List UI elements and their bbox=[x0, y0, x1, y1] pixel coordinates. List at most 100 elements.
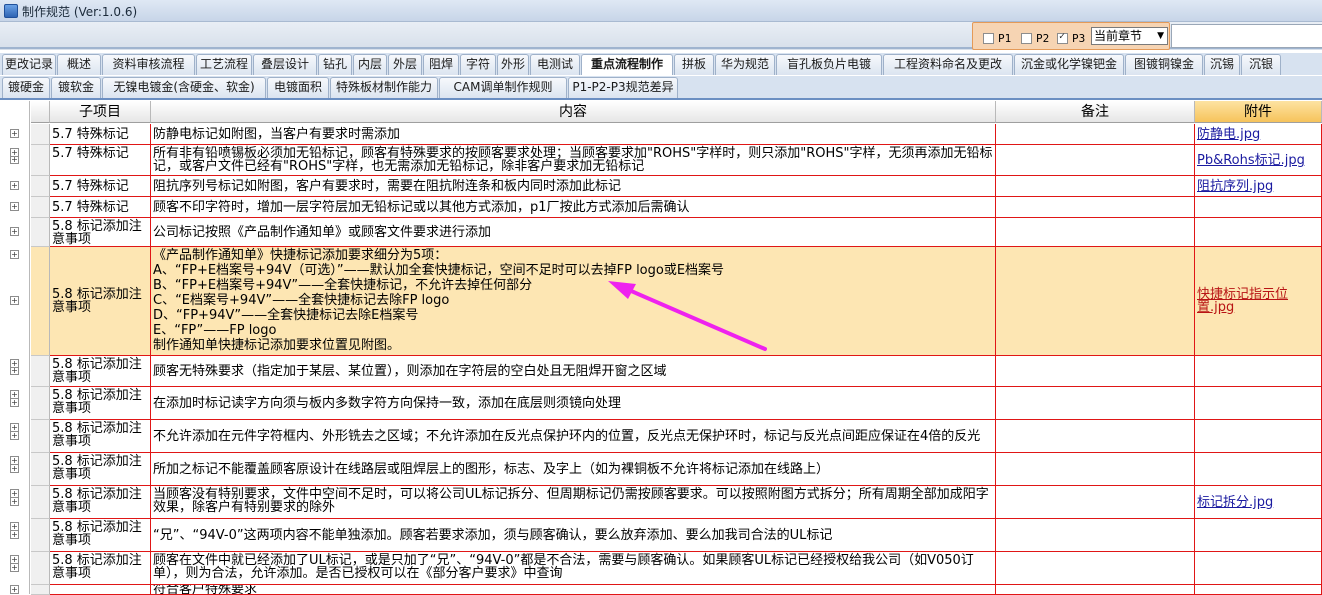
cell-note[interactable] bbox=[996, 486, 1195, 519]
tab-r1-19[interactable]: 沉锡 bbox=[1204, 54, 1240, 75]
expand-icon[interactable]: + bbox=[10, 250, 19, 259]
expand-icon[interactable]: + bbox=[10, 390, 19, 399]
cell-sub: 5.8 标记添加注意事项 bbox=[50, 247, 151, 356]
row-header[interactable] bbox=[31, 145, 50, 176]
tab-r2-6[interactable]: P1-P2-P3规范差异 bbox=[568, 77, 678, 98]
tab-r1-2[interactable]: 资料审核流程 bbox=[102, 54, 195, 75]
cell-content: 所有非有铅喷锡板必须加无铅标记，顾客有特殊要求的按顾客要求处理；当顾客要求加"R… bbox=[151, 145, 996, 176]
row-header[interactable] bbox=[31, 176, 50, 197]
tab-r1-10[interactable]: 外形 bbox=[497, 54, 529, 75]
cell-note[interactable] bbox=[996, 197, 1195, 218]
cell-note[interactable] bbox=[996, 218, 1195, 247]
expand-icon[interactable]: + bbox=[10, 456, 19, 465]
p3-checkbox[interactable]: P3 bbox=[1057, 31, 1085, 45]
expand-icon[interactable]: + bbox=[10, 530, 19, 539]
expand-icon[interactable]: + bbox=[10, 464, 19, 473]
header-content[interactable]: 内容 bbox=[151, 101, 996, 123]
expand-icon[interactable]: + bbox=[10, 148, 19, 157]
cell-note[interactable] bbox=[996, 420, 1195, 453]
expand-icon[interactable]: + bbox=[10, 227, 19, 236]
tab-r1-12[interactable]: 重点流程制作 bbox=[581, 54, 673, 75]
cell-note[interactable] bbox=[996, 247, 1195, 356]
tab-r1-13[interactable]: 拼板 bbox=[674, 54, 714, 75]
tab-r2-2[interactable]: 无镍电镀金(含硬金、软金) bbox=[102, 77, 266, 98]
attachment-link[interactable]: 标记拆分.jpg bbox=[1197, 495, 1273, 510]
expand-icon[interactable]: + bbox=[10, 398, 19, 407]
tab-r2-0[interactable]: 镀硬金 bbox=[2, 77, 50, 98]
cell-note[interactable] bbox=[996, 519, 1195, 552]
cell-content: 当顾客没有特别要求，文件中空间不足时，可以将公司UL标记拆分、但周期标记仍需按顾… bbox=[151, 486, 996, 519]
p2-checkbox[interactable]: P2 bbox=[1021, 32, 1049, 45]
row-header[interactable] bbox=[31, 197, 50, 218]
tab-r1-17[interactable]: 沉金或化学镍钯金 bbox=[1014, 54, 1124, 75]
expand-icon[interactable]: + bbox=[10, 202, 19, 211]
search-input[interactable] bbox=[1171, 24, 1322, 48]
tab-r2-4[interactable]: 特殊板材制作能力 bbox=[330, 77, 438, 98]
cell-sub: 5.7 特殊标记 bbox=[50, 197, 151, 218]
row-header[interactable] bbox=[31, 486, 50, 519]
chevron-down-icon: ▼ bbox=[1157, 31, 1164, 41]
row-header[interactable] bbox=[31, 356, 50, 387]
row-header[interactable] bbox=[31, 519, 50, 552]
tab-r1-6[interactable]: 内层 bbox=[353, 54, 387, 75]
expand-icon[interactable]: + bbox=[10, 181, 19, 190]
tab-r1-8[interactable]: 阻焊 bbox=[423, 54, 459, 75]
expand-icon[interactable]: + bbox=[10, 522, 19, 531]
expand-icon[interactable]: + bbox=[10, 585, 19, 594]
cell-attach: Pb&Rohs标记.jpg bbox=[1195, 145, 1322, 176]
cell-note[interactable] bbox=[996, 356, 1195, 387]
tab-r1-3[interactable]: 工艺流程 bbox=[196, 54, 252, 75]
tab-r1-9[interactable]: 字符 bbox=[460, 54, 496, 75]
tab-r2-3[interactable]: 电镀面积 bbox=[267, 77, 329, 98]
cell-content: 顾客不印字符时，增加一层字符层加无铅标记或以其他方式添加，p1厂按此方式添加后需… bbox=[151, 197, 996, 218]
tab-r1-1[interactable]: 概述 bbox=[57, 54, 101, 75]
tab-r1-14[interactable]: 华为规范 bbox=[715, 54, 775, 75]
header-note[interactable]: 备注 bbox=[996, 101, 1195, 123]
chapter-select-value: 当前章节 bbox=[1094, 29, 1143, 43]
cell-note[interactable] bbox=[996, 552, 1195, 585]
expand-icon[interactable]: + bbox=[10, 555, 19, 564]
content-line: D、“FP+94V”——全套快捷标记去除E档案号 bbox=[153, 308, 419, 323]
row-header[interactable] bbox=[31, 387, 50, 420]
tab-r1-4[interactable]: 叠层设计 bbox=[253, 54, 317, 75]
header-sub[interactable]: 子项目 bbox=[50, 101, 151, 123]
expand-icon[interactable]: + bbox=[10, 296, 19, 305]
tab-r2-1[interactable]: 镀软金 bbox=[51, 77, 101, 98]
cell-note[interactable] bbox=[996, 124, 1195, 145]
tab-r1-0[interactable]: 更改记录 bbox=[2, 54, 56, 75]
p1-checkbox[interactable]: P1 bbox=[983, 32, 1011, 45]
tab-r2-5[interactable]: CAM调单制作规则 bbox=[439, 77, 567, 98]
chapter-select[interactable]: 当前章节 ▼ bbox=[1091, 27, 1168, 45]
header-attach[interactable]: 附件 bbox=[1195, 101, 1322, 123]
row-header[interactable] bbox=[31, 552, 50, 585]
cell-note[interactable] bbox=[996, 453, 1195, 486]
cell-note[interactable] bbox=[996, 145, 1195, 176]
row-header[interactable] bbox=[31, 247, 50, 356]
expand-icon[interactable]: + bbox=[10, 497, 19, 506]
expand-icon[interactable]: + bbox=[10, 129, 19, 138]
tab-r1-16[interactable]: 工程资料命名及更改 bbox=[883, 54, 1013, 75]
cell-attach: 快捷标记指示位置.jpg bbox=[1195, 247, 1322, 356]
row-header[interactable] bbox=[31, 420, 50, 453]
row-header[interactable] bbox=[31, 218, 50, 247]
tab-r1-7[interactable]: 外层 bbox=[388, 54, 422, 75]
row-header[interactable] bbox=[31, 453, 50, 486]
content-line: B、“FP+E档案号+94V”——全套快捷标记，不允许去掉任何部分 bbox=[153, 278, 533, 293]
expand-icon[interactable]: + bbox=[10, 563, 19, 572]
tab-r1-11[interactable]: 电测试 bbox=[530, 54, 580, 75]
cell-note[interactable] bbox=[996, 387, 1195, 420]
attachment-link[interactable]: 防静电.jpg bbox=[1197, 127, 1260, 142]
cell-note[interactable] bbox=[996, 176, 1195, 197]
attachment-link[interactable]: 快捷标记指示位置.jpg bbox=[1197, 288, 1319, 314]
expand-icon[interactable]: + bbox=[10, 423, 19, 432]
expand-icon[interactable]: + bbox=[10, 359, 19, 368]
tab-r1-18[interactable]: 图镀铜镍金 bbox=[1125, 54, 1203, 75]
tab-r1-20[interactable]: 沉银 bbox=[1241, 54, 1281, 75]
attachment-link[interactable]: Pb&Rohs标记.jpg bbox=[1197, 153, 1305, 168]
tab-r1-15[interactable]: 盲孔板负片电镀 bbox=[776, 54, 882, 75]
attachment-link[interactable]: 阻抗序列.jpg bbox=[1197, 179, 1273, 194]
expand-icon[interactable]: + bbox=[10, 431, 19, 440]
expand-icon[interactable]: + bbox=[10, 489, 19, 498]
tab-r1-5[interactable]: 钻孔 bbox=[318, 54, 352, 75]
row-header[interactable] bbox=[31, 124, 50, 145]
